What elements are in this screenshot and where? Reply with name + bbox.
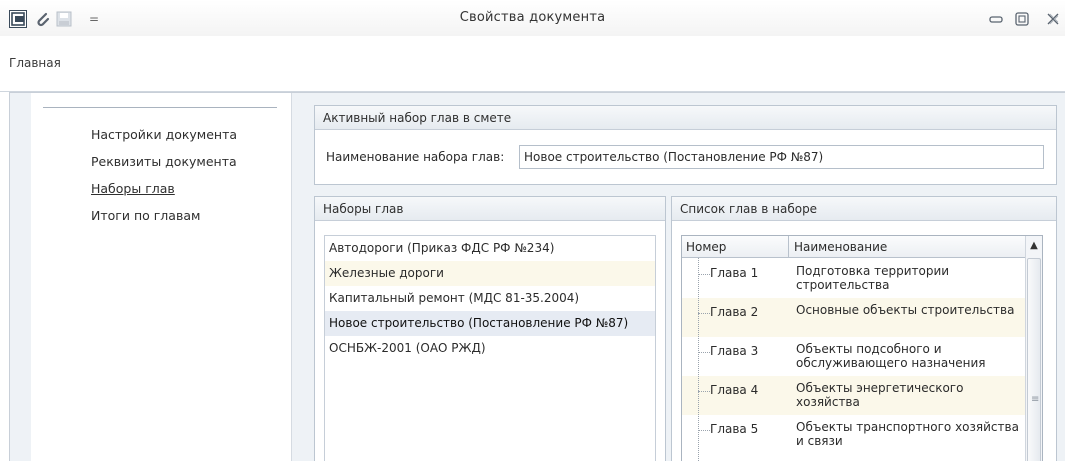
restore-icon[interactable] — [1013, 10, 1031, 28]
list-item[interactable]: Автодороги (Приказ ФДС РФ №234) — [325, 236, 655, 261]
table-row[interactable]: Глава 4 Объекты энергетического хозяйств… — [682, 376, 1026, 415]
vertical-scrollbar[interactable]: ▲ ≡ — [1025, 236, 1042, 461]
column-divider — [788, 236, 789, 258]
tree-connector-branch — [698, 352, 710, 353]
settings-sidebar: Настройки документа Реквизиты документа … — [31, 93, 292, 461]
chapter-name: Подготовка территории строительства — [796, 264, 950, 292]
close-icon[interactable] — [1044, 10, 1062, 28]
tree-connector-branch — [698, 430, 710, 431]
list-item[interactable]: ОСНБЖ-2001 (ОАО РЖД) — [325, 336, 655, 361]
table-row[interactable]: Глава 3 Объекты подсобного и обслуживающ… — [682, 337, 1026, 376]
grid-header: Номер Наименование — [682, 236, 1026, 258]
chapter-sets-group: Наборы глав Автодороги (Приказ ФДС РФ №2… — [314, 196, 666, 461]
table-row[interactable]: Глава 5 Объекты транспортного хозяйства … — [682, 415, 1026, 454]
active-set-label: Наименование набора глав: — [326, 150, 505, 164]
sidebar-item-document-settings[interactable]: Настройки документа — [91, 127, 237, 142]
list-item-selected[interactable]: Новое строительство (Постановление РФ №8… — [325, 311, 655, 336]
chapter-number: Глава 3 — [710, 344, 759, 358]
chapter-name: Основные объекты строительства — [796, 303, 1015, 317]
active-set-name-field[interactable] — [519, 145, 1044, 169]
chapter-name: Объекты подсобного и обслуживающего назн… — [796, 342, 986, 370]
table-row[interactable]: Глава 1 Подготовка территории строительс… — [682, 259, 1026, 298]
sidebar-item-chapter-sets[interactable]: Наборы глав — [91, 181, 175, 196]
tree-connector-branch — [698, 274, 710, 275]
sidebar-divider — [43, 107, 277, 108]
tree-connector-branch — [698, 391, 710, 392]
chapter-name: Объекты энергетического хозяйства — [796, 381, 964, 409]
sidebar-item-chapter-totals[interactable]: Итоги по главам — [91, 208, 200, 223]
list-item[interactable]: Железные дороги — [325, 261, 655, 286]
ribbon: Главная — [0, 36, 1065, 92]
minimize-icon[interactable] — [987, 10, 1005, 28]
chapter-sets-header: Наборы глав — [315, 197, 665, 221]
table-row[interactable]: Глава 2 Основные объекты строительства — [682, 298, 1026, 337]
chapter-number: Глава 4 — [710, 383, 759, 397]
scrollbar-thumb[interactable]: ≡ — [1027, 258, 1041, 461]
chapter-number: Глава 2 — [710, 305, 759, 319]
content-area: Настройки документа Реквизиты документа … — [9, 92, 1065, 461]
chapters-grid[interactable]: Номер Наименование Глава 1 Подготовка те… — [681, 235, 1043, 461]
column-header-number[interactable]: Номер — [686, 240, 726, 254]
chapters-group: Список глав в наборе Номер Наименование … — [671, 196, 1057, 461]
scroll-up-icon[interactable]: ▲ — [1026, 236, 1042, 256]
chapters-header: Список глав в наборе — [672, 197, 1056, 221]
list-item[interactable]: Капитальный ремонт (МДС 81-35.2004) — [325, 286, 655, 311]
grip-icon: ≡ — [1031, 394, 1040, 405]
active-set-header: Активный набор глав в смете — [315, 106, 1056, 130]
chapter-sets-list[interactable]: Автодороги (Приказ ФДС РФ №234) Железные… — [324, 235, 656, 461]
tab-home[interactable]: Главная — [9, 56, 61, 70]
chapter-name: Объекты транспортного хозяйства и связи — [796, 420, 1019, 448]
title-bar: = Свойства документа — [0, 0, 1065, 36]
tree-connector-branch — [698, 313, 710, 314]
sidebar-item-document-details[interactable]: Реквизиты документа — [91, 154, 237, 169]
window-title: Свойства документа — [459, 10, 606, 25]
column-header-name[interactable]: Наименование — [794, 240, 887, 254]
chapter-number: Глава 1 — [710, 266, 759, 280]
active-set-group: Активный набор глав в смете Наименование… — [314, 105, 1057, 185]
chapter-number: Глава 5 — [710, 422, 759, 436]
